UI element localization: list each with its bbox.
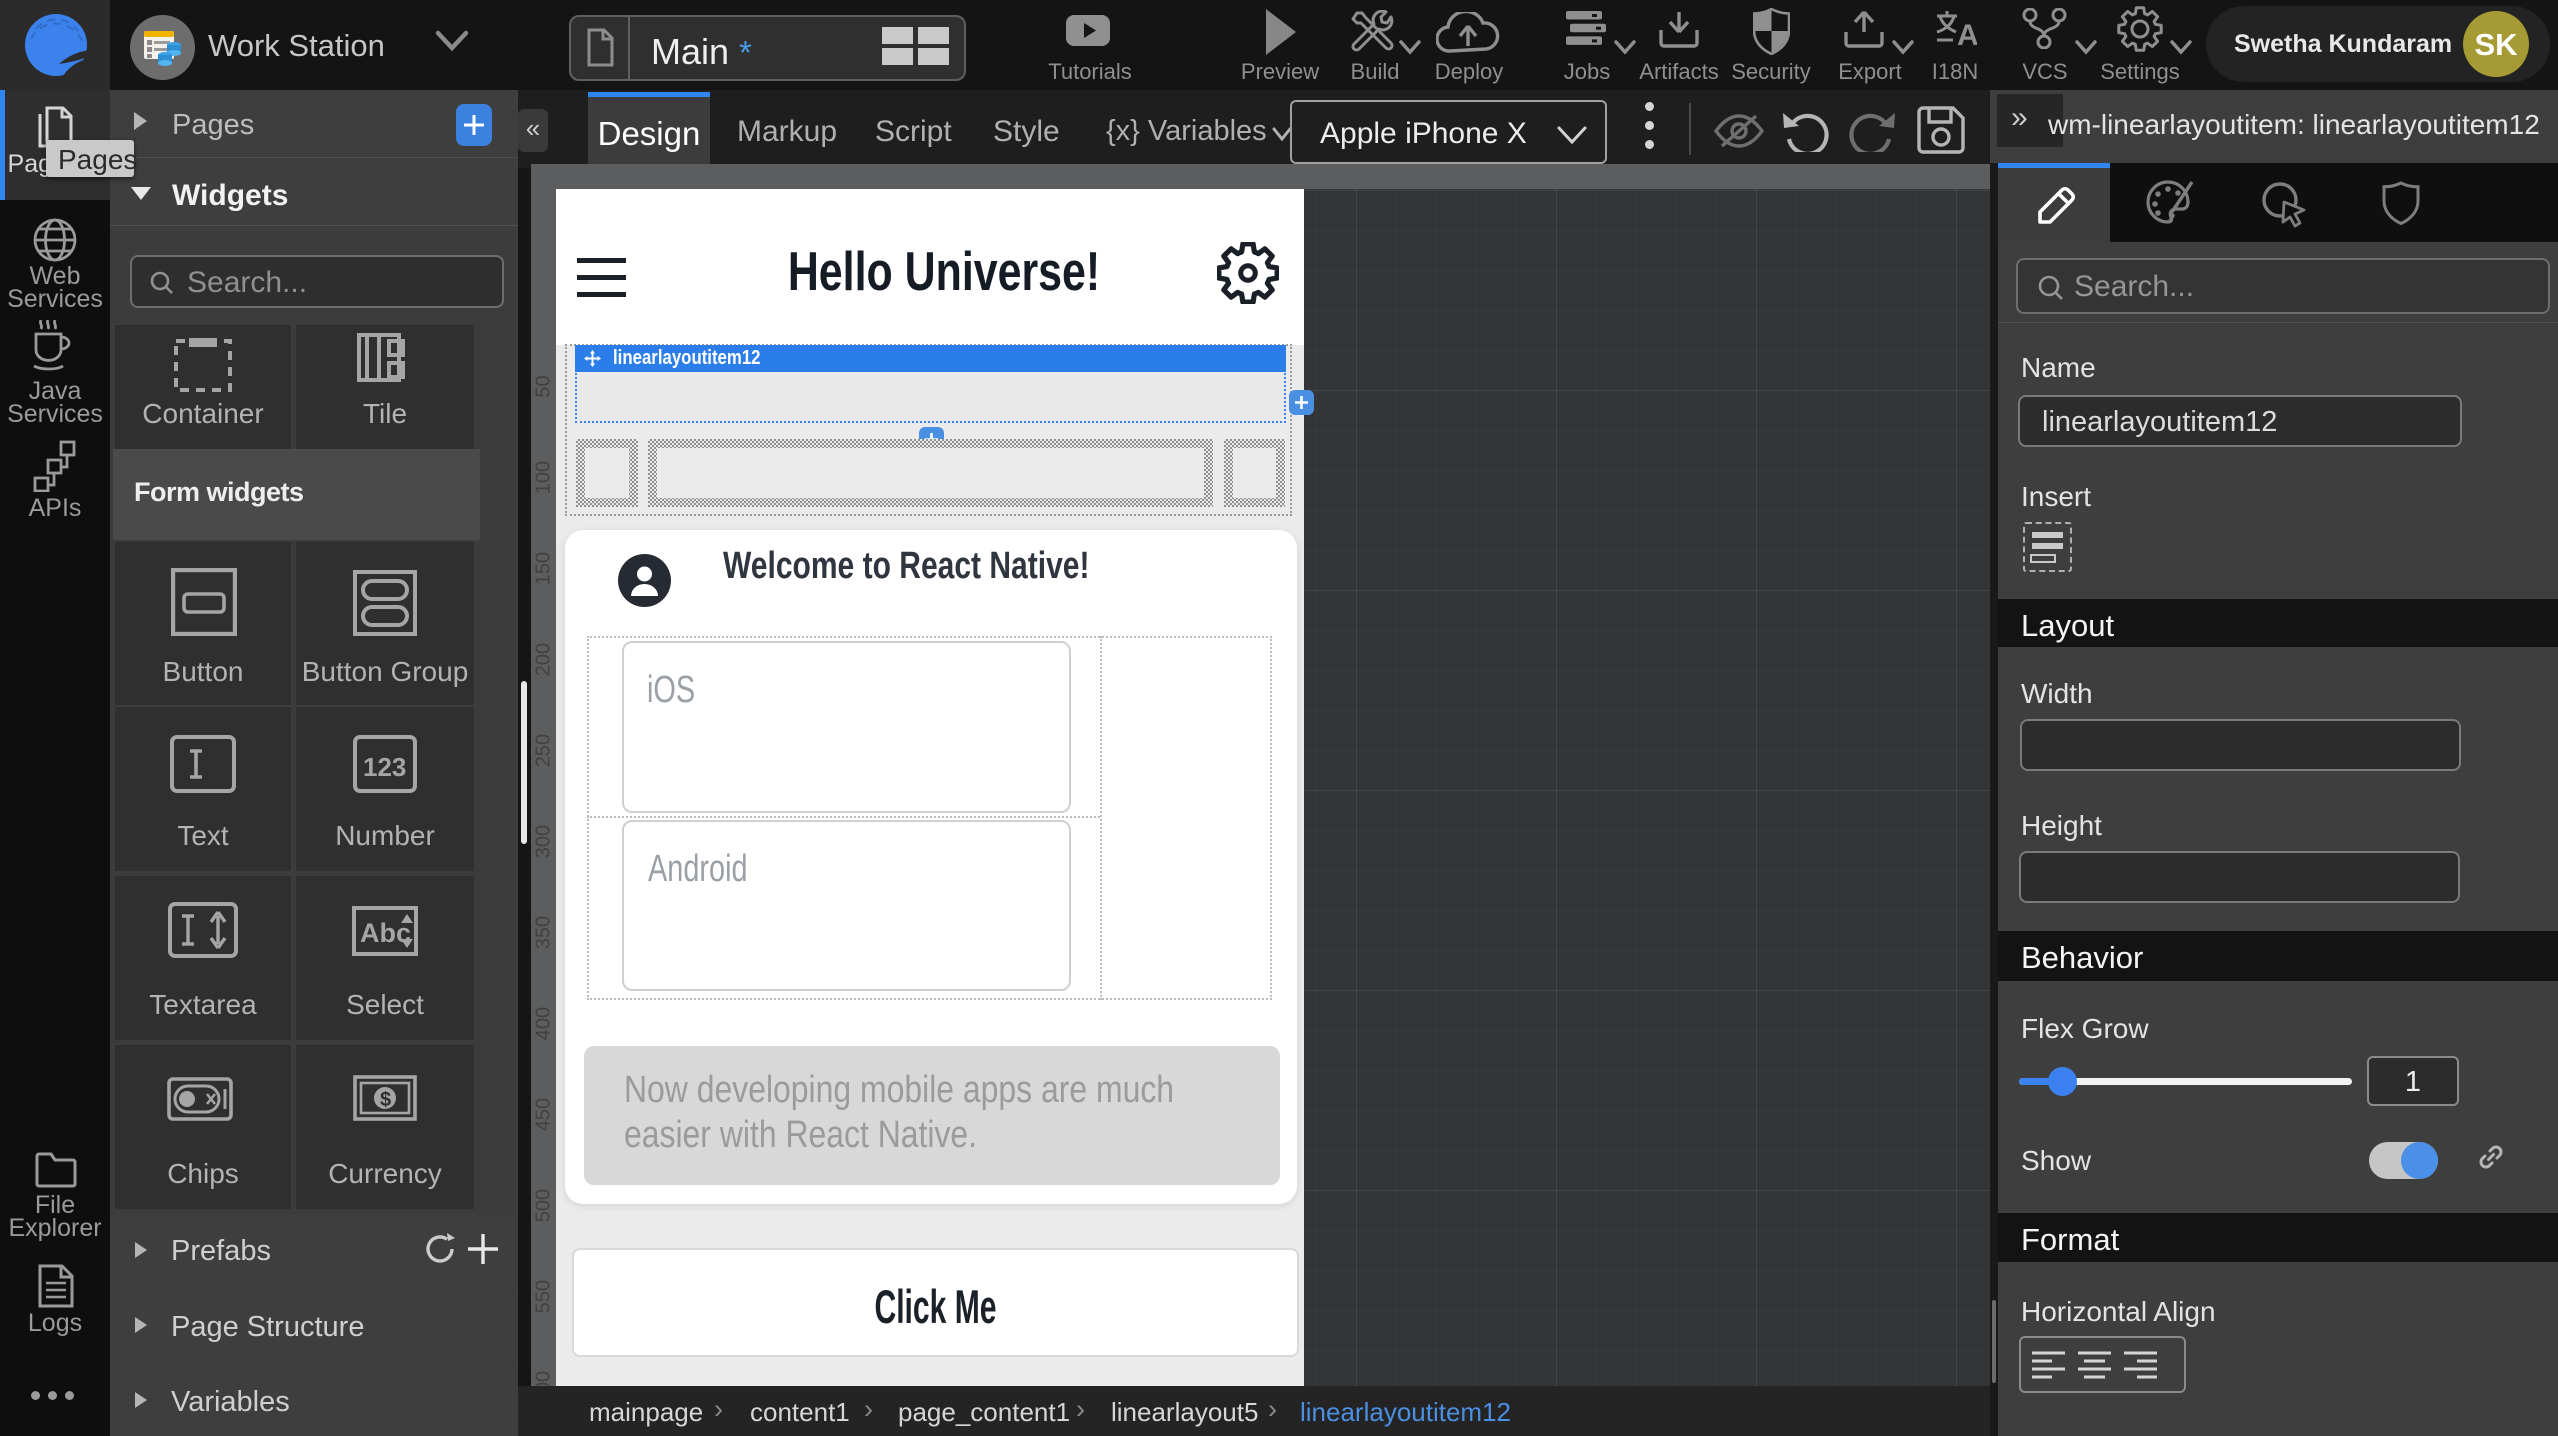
svg-text:123: 123 xyxy=(363,752,406,782)
svg-text:A: A xyxy=(1957,19,1977,47)
svg-text:$: $ xyxy=(380,1089,391,1111)
